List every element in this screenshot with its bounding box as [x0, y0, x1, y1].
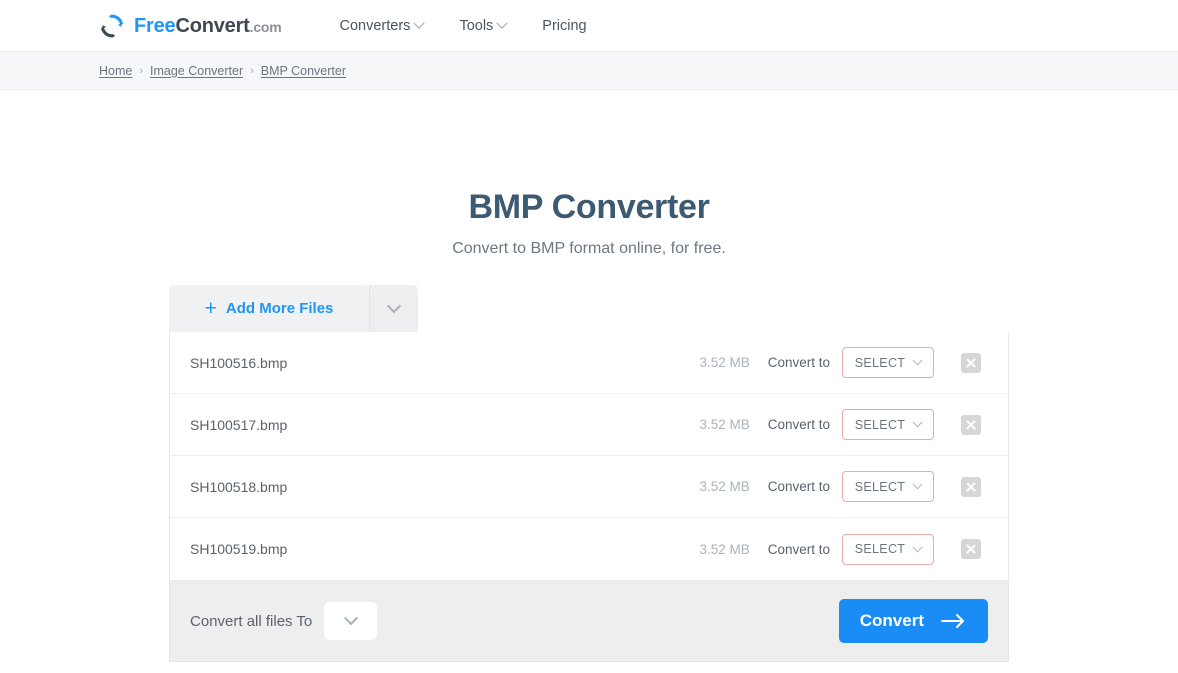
nav-item-pricing[interactable]: Pricing	[542, 18, 586, 34]
convert-all-format-select[interactable]	[324, 602, 378, 640]
table-row: SH100519.bmp 3.52 MB Convert to SELECT	[170, 518, 1008, 580]
site-header: FreeConvert.com Converters Tools Pricing	[0, 0, 1178, 52]
chevron-down-icon	[912, 417, 923, 428]
remove-file-button[interactable]	[934, 414, 1008, 435]
plus-icon: +	[204, 297, 217, 320]
table-row: SH100518.bmp 3.52 MB Convert to SELECT	[170, 456, 1008, 518]
page-subtitle: Convert to BMP format online, for free.	[452, 240, 726, 257]
logo-text-free: Free	[134, 14, 176, 37]
breadcrumb-item-home[interactable]: Home	[99, 64, 132, 78]
file-name: SH100519.bmp	[190, 541, 288, 557]
main-navigation: Converters Tools Pricing	[339, 17, 587, 34]
main-content: BMP Converter Convert to BMP format onli…	[0, 188, 1178, 662]
breadcrumb-separator: ›	[250, 64, 254, 77]
breadcrumb: Home › Image Converter › BMP Converter	[99, 64, 346, 78]
convert-button[interactable]: Convert	[838, 599, 988, 643]
convert-to-label: Convert to	[767, 355, 830, 370]
add-more-files-label: Add More Files	[225, 300, 334, 317]
file-name: SH100518.bmp	[190, 478, 288, 495]
table-row: SH100517.bmp 3.52 MB Convert to SELECT	[170, 394, 1008, 456]
format-select-label: SELECT	[854, 417, 906, 432]
file-name: SH100517.bmp	[190, 416, 288, 433]
logo-text-convert: Convert	[175, 14, 250, 37]
close-icon	[961, 539, 981, 559]
converter-tabbar: + Add More Files	[169, 285, 1009, 332]
chevron-down-icon	[386, 298, 402, 313]
nav-label-pricing: Pricing	[542, 17, 587, 34]
breadcrumb-separator: ›	[139, 64, 144, 77]
format-select-button[interactable]: SELECT	[842, 409, 934, 440]
nav-item-converters[interactable]: Converters	[339, 17, 426, 34]
format-select-label: SELECT	[854, 479, 906, 494]
chevron-down-icon	[343, 611, 358, 626]
breadcrumb-item-image-converter[interactable]: Image Converter	[150, 64, 243, 78]
breadcrumb-bar: Home › Image Converter › BMP Converter	[0, 52, 1178, 90]
converter-action-bar: Convert all files To Convert	[169, 581, 1009, 662]
add-more-files-button[interactable]: + Add More Files	[169, 285, 369, 332]
table-row: SH100516.bmp 3.52 MB Convert to SELECT	[170, 332, 1008, 394]
convert-button-label: Convert	[859, 611, 924, 630]
chevron-down-icon	[912, 479, 923, 490]
format-select-label: SELECT	[854, 542, 906, 556]
file-size: 3.52 MB	[699, 417, 750, 432]
logo-wordmark: FreeConvert.com	[134, 16, 282, 36]
convert-all-files-label: Convert all files To	[190, 612, 313, 630]
nav-label-converters: Converters	[339, 17, 411, 34]
file-size: 3.52 MB	[699, 541, 750, 557]
converter-card: + Add More Files SH100516.bmp 3.52 MB Co…	[169, 285, 1009, 662]
convert-circular-arrows-icon	[101, 13, 123, 38]
breadcrumb-item-bmp-converter[interactable]: BMP Converter	[261, 64, 346, 78]
convert-to-label: Convert to	[767, 479, 830, 494]
chevron-down-icon	[912, 355, 923, 366]
site-logo[interactable]: FreeConvert.com	[99, 13, 282, 39]
chevron-down-icon	[413, 17, 426, 29]
close-icon	[961, 414, 981, 435]
format-select-label: SELECT	[854, 355, 906, 370]
file-size: 3.52 MB	[699, 355, 750, 370]
page-title: BMP Converter	[468, 188, 710, 226]
arrow-right-icon	[941, 614, 964, 628]
remove-file-button[interactable]	[934, 352, 1008, 373]
logo-text-dotcom: .com	[249, 18, 282, 35]
convert-to-label: Convert to	[767, 417, 830, 432]
nav-label-tools: Tools	[459, 17, 494, 34]
file-list: SH100516.bmp 3.52 MB Convert to SELECT S…	[169, 332, 1009, 581]
chevron-down-icon	[496, 17, 508, 29]
nav-item-tools[interactable]: Tools	[459, 17, 508, 34]
file-name: SH100516.bmp	[190, 354, 288, 371]
remove-file-button[interactable]	[934, 476, 1008, 497]
add-more-files-dropdown-button[interactable]	[369, 285, 418, 332]
format-select-button[interactable]: SELECT	[842, 347, 934, 378]
convert-to-label: Convert to	[767, 541, 830, 557]
close-icon	[961, 352, 981, 373]
remove-file-button[interactable]	[934, 539, 1008, 559]
close-icon	[961, 476, 981, 497]
format-select-button[interactable]: SELECT	[842, 533, 934, 565]
file-size: 3.52 MB	[699, 479, 750, 494]
format-select-button[interactable]: SELECT	[842, 471, 934, 502]
chevron-down-icon	[912, 541, 923, 552]
